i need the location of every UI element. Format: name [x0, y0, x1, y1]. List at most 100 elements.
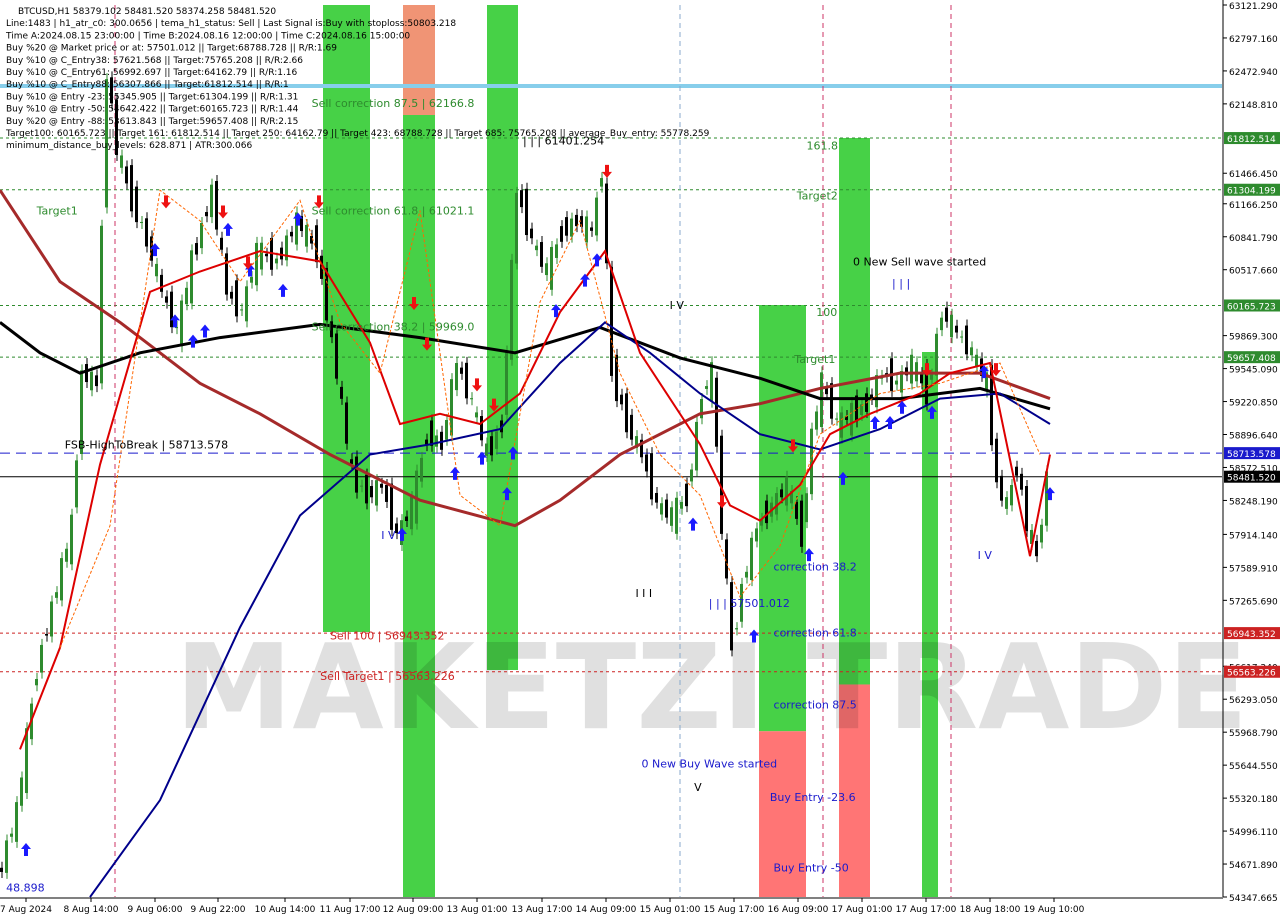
chart-annotation: 161.8 — [807, 140, 839, 153]
info-line: Time A:2024.08.15 23:00:00 | Time B:2024… — [5, 31, 410, 41]
chart-annotation: correction 87.5 — [774, 699, 857, 712]
candle-body — [675, 497, 678, 534]
chart-annotation: Target1 — [36, 205, 78, 218]
info-line: Buy %10 @ C_Entry88: 56307.866 || Target… — [6, 80, 289, 90]
chart-annotation: 100 — [816, 306, 837, 319]
x-tick-label: 13 Aug 01:00 — [447, 905, 508, 915]
candle-body — [1015, 466, 1018, 476]
candle-body — [800, 500, 803, 547]
candle-body — [145, 218, 148, 247]
chart-annotation: Buy Entry -23.6 — [770, 791, 856, 804]
candle-body — [165, 296, 168, 303]
x-tick-label: 14 Aug 09:00 — [576, 905, 637, 915]
candle-body — [410, 497, 413, 530]
candle-body — [85, 364, 88, 383]
candle-body — [220, 237, 223, 250]
candle-body — [555, 244, 558, 258]
candle-body — [35, 678, 38, 686]
candle-body — [685, 483, 688, 507]
y-tick-label: 54996.110 — [1229, 828, 1278, 838]
candle-body — [180, 300, 183, 347]
chart-annotation: 0 New Buy Wave started — [642, 758, 778, 771]
candle-body — [315, 225, 318, 263]
candle-body — [595, 197, 598, 236]
candle-body — [1035, 540, 1038, 557]
y-tick-label: 58896.640 — [1229, 432, 1278, 442]
candle-body — [465, 362, 468, 399]
candle-body — [455, 363, 458, 391]
chart-annotation: I I I — [635, 587, 652, 600]
y-tick-label: 60841.790 — [1229, 234, 1278, 244]
candle-body — [660, 503, 663, 515]
info-line: Buy %10 @ C_Entry61: 56992.697 || Target… — [6, 68, 298, 78]
candle-body — [205, 212, 208, 217]
y-tick-label: 56943.352 — [1227, 630, 1276, 640]
candle-body — [510, 259, 513, 360]
candle-body — [15, 802, 18, 842]
y-tick-label: 54347.665 — [1229, 894, 1278, 904]
candle-body — [380, 483, 383, 488]
candle-body — [470, 398, 473, 400]
y-tick-label: 63121.290 — [1229, 2, 1278, 12]
chart-annotation: I V — [978, 549, 993, 562]
candle-body — [230, 291, 233, 299]
candle-body — [930, 374, 933, 380]
chart-annotation: correction 38.2 — [774, 560, 857, 573]
info-line: Line:1483 | h1_atr_c0: 300.0656 | tema_h… — [6, 19, 456, 29]
candle-body — [665, 499, 668, 518]
candle-body — [265, 253, 268, 257]
x-tick-label: 8 Aug 14:00 — [64, 905, 119, 915]
candle-body — [710, 362, 713, 402]
candle-body — [130, 165, 133, 212]
candle-body — [200, 223, 203, 249]
y-tick-label: 58713.578 — [1227, 450, 1276, 460]
info-line: minimum_distance_buy_levels: 628.871 | A… — [6, 141, 252, 151]
candle-body — [805, 493, 808, 523]
candle-body — [190, 250, 193, 304]
candle-body — [375, 480, 378, 506]
y-tick-label: 61304.199 — [1227, 187, 1276, 197]
candle-body — [5, 840, 8, 873]
y-tick-label: 61812.514 — [1227, 135, 1276, 145]
candle-body — [210, 184, 213, 218]
candle-body — [700, 398, 703, 419]
chart-annotation: 0 New Sell wave started — [853, 255, 986, 268]
candle-body — [40, 644, 43, 673]
candle-body — [1020, 473, 1023, 490]
candle-body — [730, 582, 733, 651]
x-tick-label: 13 Aug 17:00 — [512, 905, 573, 915]
x-tick-label: 19 Aug 10:00 — [1024, 905, 1085, 915]
chart-annotation: | | | 57501.012 — [709, 597, 790, 610]
candle-body — [20, 777, 23, 806]
y-tick-label: 62797.160 — [1229, 35, 1278, 45]
candle-body — [290, 231, 293, 237]
y-tick-label: 61166.250 — [1229, 201, 1278, 211]
chart-annotation: Sell Target1 | 56563.226 — [320, 670, 455, 683]
candle-body — [535, 245, 538, 251]
candle-body — [100, 225, 103, 384]
candle-body — [565, 217, 568, 236]
candle-body — [945, 307, 948, 322]
x-tick-label: 17 Aug 01:00 — [832, 905, 893, 915]
chart-annotation: I V — [670, 299, 685, 312]
chart-annotation: correction 61.8 — [774, 626, 857, 639]
candle-body — [65, 548, 68, 562]
info-line: Buy %10 @ C_Entry38: 57621.568 || Target… — [6, 56, 303, 66]
candle-body — [405, 516, 408, 521]
candle-body — [125, 166, 128, 184]
candle-body — [60, 558, 63, 601]
x-tick-label: 9 Aug 22:00 — [191, 905, 246, 915]
candle-body — [1000, 475, 1003, 501]
candle-body — [735, 628, 738, 630]
candle-body — [540, 242, 543, 267]
candle-body — [1040, 524, 1043, 543]
candle-body — [625, 393, 628, 433]
y-tick-label: 55320.180 — [1229, 795, 1278, 805]
y-tick-label: 58481.520 — [1227, 474, 1276, 484]
candle-body — [970, 347, 973, 356]
y-tick-label: 61466.450 — [1229, 170, 1278, 180]
candle-body — [835, 418, 838, 420]
y-tick-label: 55644.550 — [1229, 762, 1278, 772]
x-tick-label: 11 Aug 17:00 — [320, 905, 381, 915]
candle-body — [670, 507, 673, 526]
